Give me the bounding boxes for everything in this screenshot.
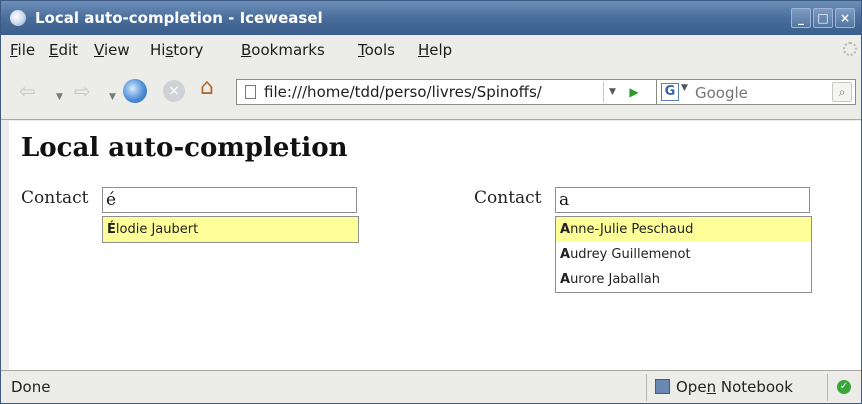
home-icon[interactable]: ⌂ [200, 77, 214, 99]
go-icon[interactable]: ▶ [625, 81, 643, 103]
menu-file[interactable]: File [10, 41, 35, 59]
iceweasel-icon[interactable] [10, 10, 26, 26]
contact-label: Contact [21, 188, 89, 208]
menu-history[interactable]: History [150, 41, 203, 59]
contact-input[interactable] [555, 187, 810, 213]
engine-dropdown-icon[interactable]: ▼ [681, 83, 688, 93]
autocomplete-list: Anne-Julie Peschaud Audrey Guillemenot A… [555, 216, 812, 293]
stop-icon[interactable]: × [163, 80, 185, 102]
throbber-icon [843, 42, 857, 56]
back-history-dropdown-icon[interactable]: ▼ [56, 87, 63, 107]
browser-window: Local auto-completion - Iceweasel _ □ × … [0, 0, 862, 404]
menu-edit[interactable]: Edit [49, 41, 78, 59]
autocomplete-item[interactable]: Aurore Jaballah [556, 267, 811, 292]
check-icon: ✓ [837, 380, 851, 394]
open-notebook-button[interactable]: Open Notebook [676, 378, 793, 396]
menu-help[interactable]: Help [418, 41, 452, 59]
url-bar[interactable]: file:///home/tdd/perso/livres/Spinoffs/ … [236, 79, 671, 105]
notebook-icon[interactable] [655, 379, 670, 394]
autocomplete-list: Élodie Jaubert [102, 216, 359, 243]
menu-tools[interactable]: Tools [358, 41, 395, 59]
status-bar: Done Open Notebook ✓ [1, 370, 861, 403]
window-title: Local auto-completion - Iceweasel [35, 9, 323, 27]
navigation-toolbar: ⇦ ▼ ⇨ ▼ × ⌂ file:///home/tdd/perso/livre… [1, 62, 861, 120]
menu-bar: File Edit View History Bookmarks Tools H… [1, 35, 861, 62]
reload-icon[interactable] [123, 79, 147, 103]
status-divider [827, 374, 828, 401]
page-title: Local auto-completion [21, 133, 348, 163]
menu-bookmarks[interactable]: Bookmarks [241, 41, 325, 59]
forward-icon[interactable]: ⇨ [74, 81, 91, 101]
google-engine-icon[interactable]: G [661, 83, 679, 101]
status-text: Done [11, 378, 51, 396]
search-bar[interactable]: G ▼ ⌕ [656, 79, 856, 105]
search-icon[interactable]: ⌕ [832, 82, 852, 102]
contact-label: Contact [474, 188, 542, 208]
status-divider [646, 374, 647, 401]
autocomplete-item[interactable]: Audrey Guillemenot [556, 242, 811, 267]
contact-input[interactable] [102, 187, 357, 213]
title-bar: Local auto-completion - Iceweasel _ □ × [1, 1, 861, 35]
close-button[interactable]: × [835, 8, 855, 28]
maximize-button[interactable]: □ [813, 8, 833, 28]
autocomplete-item[interactable]: Élodie Jaubert [103, 217, 358, 242]
url-text[interactable]: file:///home/tdd/perso/livres/Spinoffs/ [264, 83, 542, 101]
search-input[interactable] [695, 83, 825, 103]
autocomplete-item[interactable]: Anne-Julie Peschaud [556, 217, 811, 242]
forward-history-dropdown-icon[interactable]: ▼ [109, 87, 116, 107]
page-content: Local auto-completion Contact Élodie Jau… [9, 121, 861, 370]
file-icon [245, 85, 256, 99]
menu-view[interactable]: View [94, 41, 130, 59]
back-icon[interactable]: ⇦ [19, 81, 36, 101]
minimize-button[interactable]: _ [791, 8, 811, 28]
url-history-dropdown-icon[interactable]: ▼ [603, 81, 621, 103]
